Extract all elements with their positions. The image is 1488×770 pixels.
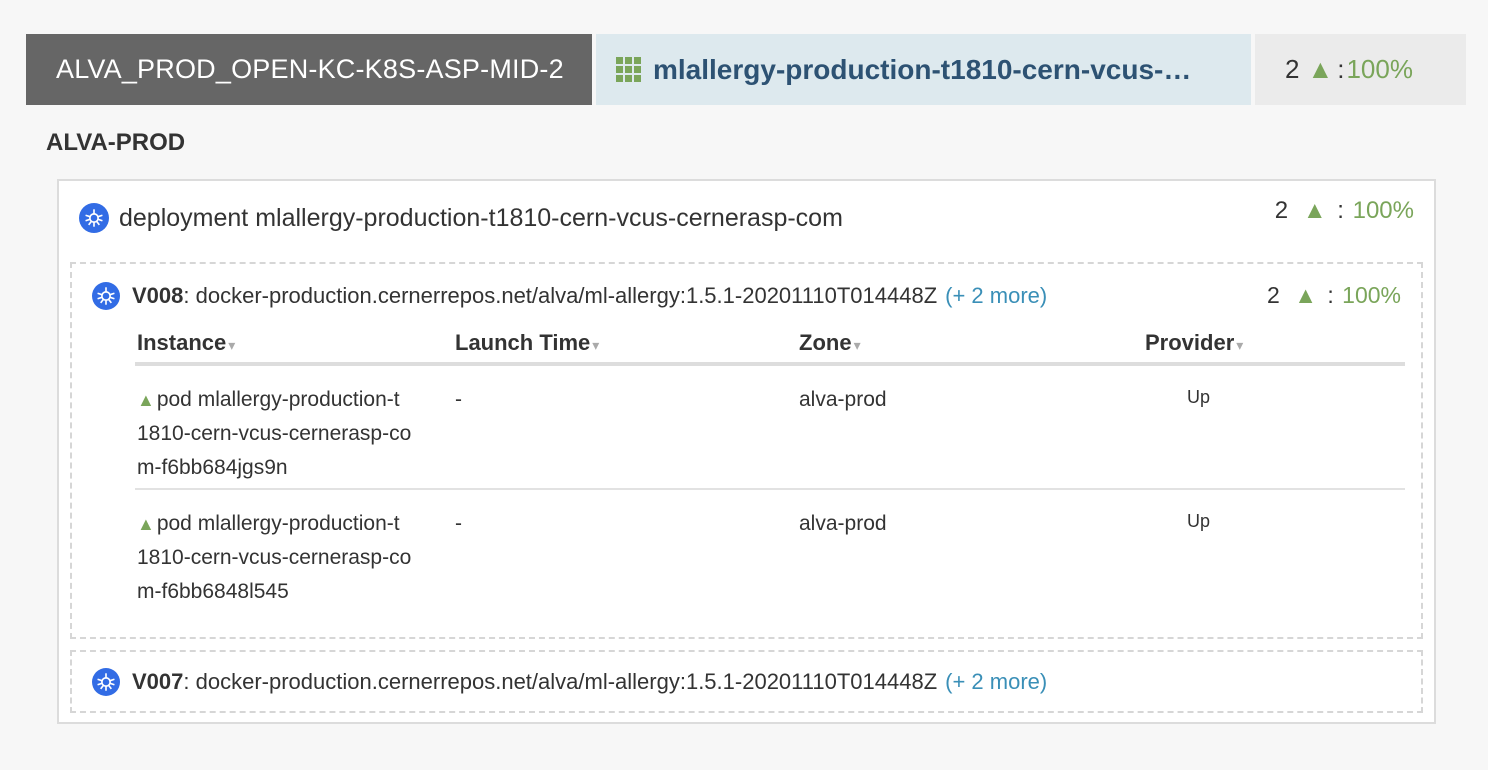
more-images-link[interactable]: (+ 2 more) [945,283,1047,309]
column-header-zone[interactable]: Zone ▾ [799,330,861,356]
table-header-row: Instance ▾ Launch Time ▾ Zone ▾ Provider ▾ [135,330,1405,366]
up-triangle-icon: ▲ [1307,54,1334,84]
server-group-card[interactable]: deployment mlallergy-production-t1810-ce… [57,179,1436,724]
region-title: ALVA-PROD [46,129,186,156]
server-group-health-percent: 100% [1352,197,1414,224]
instance-table: Instance ▾ Launch Time ▾ Zone ▾ Provider ▾ ▲… [135,330,1405,614]
instance-name-line3: m-f6bb684jgs9n [137,456,288,479]
provider-cell: Up [1187,387,1211,407]
instance-name-line2: 1810-cern-vcus-cernerasp-co [137,546,412,569]
account-name: ALVA_PROD_OPEN-KC-K8S-ASP-MID-2 [56,54,564,84]
version-box-v008[interactable]: V008: docker-production.cernerrepos.net/… [70,262,1423,639]
cluster-health[interactable]: 2 ▲ : 100% [1255,34,1466,105]
health-separator: : [1337,54,1345,84]
version-image: docker-production.cernerrepos.net/alva/m… [195,283,938,308]
instance-name-line1: pod mlallergy-production-t [156,388,400,411]
version-header[interactable]: V007: docker-production.cernerrepos.net/… [92,668,1401,696]
top-bar: ALVA_PROD_OPEN-KC-K8S-ASP-MID-2 mlallerg… [26,34,1466,105]
kubernetes-icon [92,668,120,696]
sort-arrow-icon: ▾ [228,337,236,353]
cluster-health-percent: 100% [1346,54,1413,84]
up-triangle-icon: ▲ [137,514,155,534]
table-row[interactable]: ▲pod mlallergy-production-t 1810-cern-vc… [135,490,1405,614]
column-header-provider[interactable]: Provider ▾ [1145,330,1243,356]
kubernetes-icon [79,203,109,233]
version-image: docker-production.cernerrepos.net/alva/m… [195,669,938,694]
version-health-percent: 100% [1342,282,1401,308]
cluster-name: mlallergy-production-t1810-cern-vcus-… [653,53,1192,85]
version-id: V007 [132,669,184,694]
version-image-sep: : [183,283,196,308]
launch-time-cell: - [455,388,462,411]
version-box-v007[interactable]: V007: docker-production.cernerrepos.net/… [70,650,1423,713]
up-triangle-icon: ▲ [1302,197,1327,224]
zone-cell: alva-prod [799,388,887,411]
cluster-header[interactable]: mlallergy-production-t1810-cern-vcus-… [596,34,1251,105]
provider-cell: Up [1187,511,1211,531]
more-images-link[interactable]: (+ 2 more) [945,669,1047,695]
column-header-launch-time[interactable]: Launch Time ▾ [455,330,599,356]
health-separator: : [1327,282,1334,308]
version-id: V008 [132,283,184,308]
instance-name-line1: pod mlallergy-production-t [156,512,400,535]
up-triangle-icon: ▲ [1294,282,1317,308]
version-health-count: 2 [1267,282,1280,308]
sort-arrow-icon: ▾ [1236,337,1244,353]
sort-arrow-icon: ▾ [592,337,600,353]
cluster-grid-icon [616,57,641,82]
instance-cell[interactable]: ▲pod mlallergy-production-t 1810-cern-vc… [137,383,447,485]
version-image-sep: : [183,669,196,694]
version-health: 2 ▲ : 100% [1267,282,1401,309]
column-header-instance[interactable]: Instance ▾ [137,330,235,356]
health-separator: : [1337,197,1344,224]
account-header[interactable]: ALVA_PROD_OPEN-KC-K8S-ASP-MID-2 [26,34,592,105]
cluster-health-count: 2 [1285,54,1300,84]
instance-name-line3: m-f6bb6848l545 [137,580,289,603]
up-triangle-icon: ▲ [137,390,155,410]
version-header[interactable]: V008: docker-production.cernerrepos.net/… [92,282,1401,310]
instance-name-line2: 1810-cern-vcus-cernerasp-co [137,422,412,445]
launch-time-cell: - [455,512,462,535]
table-row[interactable]: ▲pod mlallergy-production-t 1810-cern-vc… [135,366,1405,490]
server-group-title: deployment mlallergy-production-t1810-ce… [119,203,843,232]
server-group-header[interactable]: deployment mlallergy-production-t1810-ce… [79,197,1414,233]
instance-cell[interactable]: ▲pod mlallergy-production-t 1810-cern-vc… [137,507,447,609]
server-group-health: 2 ▲ : 100% [1275,197,1414,225]
server-group-health-count: 2 [1274,197,1289,224]
sort-arrow-icon: ▾ [853,337,861,353]
kubernetes-icon [92,282,120,310]
zone-cell: alva-prod [799,512,887,535]
